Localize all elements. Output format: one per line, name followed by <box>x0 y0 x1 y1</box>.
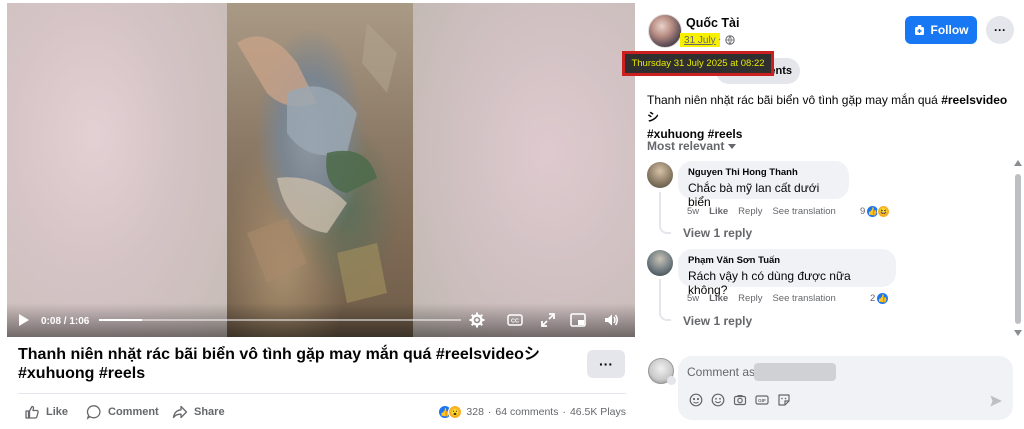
profile-switch-icon[interactable] <box>667 376 676 385</box>
comment-bubble-icon <box>86 405 101 420</box>
follow-button[interactable]: Follow <box>905 16 977 44</box>
comment-like-button[interactable]: Like <box>709 206 728 217</box>
author-name[interactable]: Quốc Tài <box>686 16 739 30</box>
reaction-count[interactable]: 328 <box>466 406 484 418</box>
svg-text:CC: CC <box>511 319 519 325</box>
video-frame <box>227 3 413 337</box>
share-button[interactable]: Share <box>172 403 225 421</box>
comment-meta: 5w Like Reply See translation <box>687 293 836 304</box>
add-friend-icon <box>914 25 924 35</box>
composer-tools: GIF <box>688 392 791 407</box>
comment-bubble: Nguyen Thi Hong Thanh Chắc bà mỹ lan cất… <box>678 161 849 209</box>
composer-placeholder: Comment as <box>687 365 756 379</box>
play-count: 46.5K Plays <box>569 406 626 418</box>
picture-in-picture-icon[interactable] <box>570 312 586 328</box>
camera-icon[interactable] <box>732 392 747 407</box>
caption-text: Thanh niên nhặt rác bãi biển vô tình gặp… <box>647 93 942 107</box>
thread-hook <box>659 309 671 321</box>
post-title: Thanh niên nhặt rác bãi biển vô tình gặp… <box>18 345 558 383</box>
comment-label: Comment <box>108 406 159 418</box>
comment-reply-button[interactable]: Reply <box>738 206 762 217</box>
thread-hook <box>659 222 671 234</box>
commenter-name[interactable]: Phạm Văn Sơn Tuấn <box>688 255 886 266</box>
view-replies-link[interactable]: View 1 reply <box>683 226 752 240</box>
video-blur-right <box>413 3 635 337</box>
scrollbar-thumb[interactable] <box>1015 174 1021 324</box>
comment-text: Chắc bà mỹ lan cất dưới biển <box>688 181 820 209</box>
stats-separator: · <box>487 406 492 418</box>
send-icon[interactable] <box>989 394 1003 408</box>
follow-label: Follow <box>930 23 969 37</box>
commenter-avatar[interactable] <box>647 250 673 276</box>
video-player[interactable]: 0:08 / 1:06 CC <box>7 3 635 337</box>
reaction-icons: 👍 😮 <box>438 405 463 419</box>
wow-reaction-icon: 😮 <box>448 405 463 419</box>
see-translation-link[interactable]: See translation <box>772 206 835 217</box>
header-more-button[interactable]: ··· <box>986 16 1014 44</box>
comment-reaction-number: 2 <box>870 293 876 304</box>
settings-gear-icon[interactable] <box>469 312 485 328</box>
gif-icon[interactable]: GIF <box>754 392 769 407</box>
comment-like-button[interactable]: Like <box>709 293 728 304</box>
like-label: Like <box>46 406 69 418</box>
haha-reaction-icon: 😆 <box>877 205 891 218</box>
caret-down-icon <box>728 143 737 149</box>
comment-time[interactable]: 5w <box>687 206 699 217</box>
emoji-icon[interactable] <box>710 392 725 407</box>
post-divider <box>18 393 626 394</box>
post-stats: 👍 😮 328 · 64 comments · 46.5K Plays <box>438 405 626 419</box>
like-button[interactable]: Like <box>24 403 68 421</box>
svg-text:GIF: GIF <box>758 398 766 403</box>
sort-label: Most relevant <box>647 139 725 153</box>
video-blur-left <box>7 3 227 337</box>
comment-bubble: Phạm Văn Sơn Tuấn Rách vậy h có dùng đượ… <box>678 249 896 297</box>
see-translation-link[interactable]: See translation <box>772 293 835 304</box>
author-avatar[interactable] <box>648 14 682 48</box>
post-title-line2: #xuhuong #reels <box>18 365 146 382</box>
video-scene <box>237 23 397 303</box>
stats-separator: · <box>562 406 566 418</box>
video-progress-bar[interactable] <box>99 319 461 321</box>
like-reaction-icon: 👍 <box>876 292 890 305</box>
comment-composer[interactable]: Comment as GIF <box>678 356 1013 420</box>
comment-time[interactable]: 5w <box>687 293 699 304</box>
comment-meta: 5w Like Reply See translation <box>687 206 836 217</box>
view-replies-link[interactable]: View 1 reply <box>683 314 752 328</box>
post-more-button[interactable]: ··· <box>587 350 625 378</box>
sort-dropdown[interactable]: Most relevant <box>647 139 737 153</box>
thread-line <box>659 279 661 311</box>
expand-icon[interactable] <box>540 312 556 328</box>
share-arrow-icon <box>172 405 188 419</box>
thumbs-up-icon <box>25 405 39 419</box>
volume-icon[interactable] <box>603 312 619 328</box>
share-label: Share <box>194 406 225 418</box>
avatar-sticker-icon[interactable] <box>688 392 703 407</box>
post-caption: Thanh niên nhặt rác bãi biển vô tình gặp… <box>647 92 1015 143</box>
play-icon[interactable] <box>19 314 29 326</box>
redacted-name <box>754 363 836 381</box>
thread-line <box>659 192 661 224</box>
scroll-up-arrow-icon[interactable] <box>1014 160 1022 166</box>
comment-reply-button[interactable]: Reply <box>738 293 762 304</box>
date-separator: · <box>718 34 722 45</box>
comments-panel: Quốc Tài 31 July · Follow ··· Comments T… <box>622 0 1024 429</box>
comments-scrollbar[interactable] <box>1014 160 1022 340</box>
commenter-name[interactable]: Nguyen Thi Hong Thanh <box>688 167 839 178</box>
scroll-down-arrow-icon[interactable] <box>1014 330 1022 336</box>
video-progress-played <box>99 319 143 321</box>
comment-reaction-count[interactable]: 2 👍 <box>870 292 890 305</box>
comment-button[interactable]: Comment <box>86 403 159 421</box>
comment-reaction-number: 9 <box>860 206 866 217</box>
post-date-link[interactable]: 31 July <box>680 33 720 47</box>
post-title-line1: Thanh niên nhặt rác bãi biển vô tình gặp… <box>18 346 540 363</box>
sticker-icon[interactable] <box>776 392 791 407</box>
captions-icon[interactable]: CC <box>507 312 523 328</box>
video-timecode: 0:08 / 1:06 <box>41 316 90 327</box>
globe-icon <box>725 35 735 45</box>
comment-reaction-count[interactable]: 9 👍 😆 <box>860 205 891 218</box>
date-tooltip: Thursday 31 July 2025 at 08:22 <box>622 51 774 76</box>
video-controls: 0:08 / 1:06 CC <box>7 303 635 337</box>
comment-count[interactable]: 64 comments <box>495 406 558 418</box>
commenter-avatar[interactable] <box>647 162 673 188</box>
